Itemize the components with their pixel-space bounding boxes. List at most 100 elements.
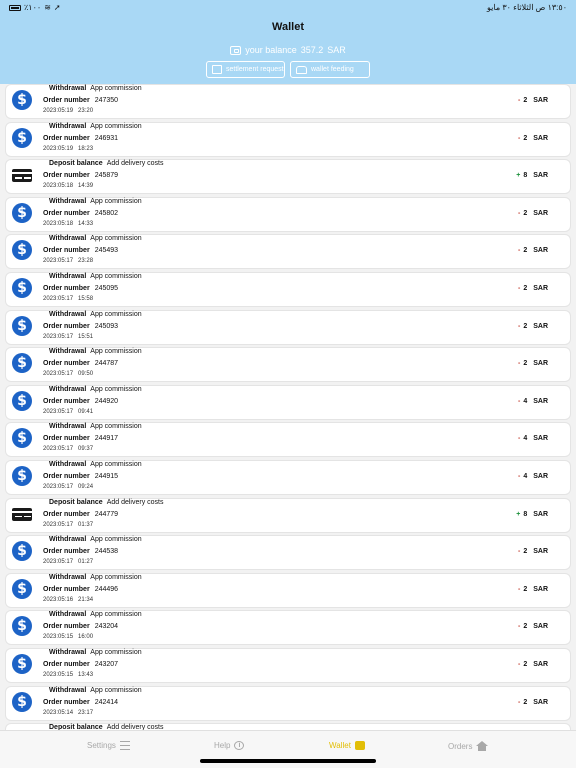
amount-sign: + (516, 172, 521, 180)
wallet-feeding-button[interactable]: wallet feeding (290, 61, 370, 78)
order-row: Order number 247350 (43, 97, 118, 104)
transaction-time: 09:41 (78, 408, 94, 415)
transaction-card[interactable]: $ Withdrawal App commission Order number 242… (6, 686, 570, 720)
transaction-time: 15:58 (78, 296, 94, 302)
amount-currency: SAR (533, 548, 548, 556)
transaction-time: 01:37 (78, 521, 94, 528)
transaction-type-row: Withdrawal App commission (49, 574, 142, 581)
transaction-time: 09:24 (78, 484, 94, 490)
order-number: 243207 (94, 661, 119, 668)
order-row: Order number 245095 (43, 285, 118, 292)
order-label: Order number (43, 360, 90, 368)
order-number: 245093 (94, 322, 119, 330)
card-icon (12, 507, 32, 521)
settlement-icon (212, 65, 222, 74)
transaction-card[interactable]: Deposit balance Add delivery costs Order n… (6, 160, 570, 194)
transaction-description: App commission (90, 611, 142, 619)
transaction-card[interactable]: $ Withdrawal App commission Order number 244… (6, 461, 570, 494)
order-row: Order number 244915 (43, 473, 118, 480)
transaction-card[interactable]: $ Withdrawal App commission Order number 244… (6, 348, 570, 382)
transaction-time: 01:27 (78, 559, 94, 566)
tab-settings[interactable]: Settings (87, 741, 130, 750)
transaction-amount: -2 SAR (518, 247, 548, 254)
tab-help[interactable]: Help i (214, 741, 245, 750)
amount-value: 2 (523, 623, 528, 631)
transaction-card[interactable]: $ Withdrawal App commission Order number 247… (6, 85, 570, 118)
transaction-time: 21:34 (78, 596, 94, 603)
datetime-row: 2023:05:17 01:27 (43, 559, 93, 565)
datetime-row: 2023:05:15 16:00 (43, 634, 93, 640)
transaction-card[interactable]: $ Withdrawal App commission Order number 245… (6, 235, 570, 269)
transaction-card[interactable]: Deposit balance Add delivery costs Order n… (6, 498, 570, 532)
tab-wallet[interactable]: Wallet (329, 741, 365, 750)
amount-value: 2 (523, 322, 528, 330)
order-label: Order number (43, 134, 90, 142)
dollar-icon: $ (12, 691, 32, 712)
transaction-date: 2023:05:16 (43, 596, 74, 603)
order-label: Order number (43, 435, 90, 443)
dollar-icon: $ (12, 541, 32, 562)
order-number: 244538 (94, 548, 119, 556)
transaction-date: 2023:05:17 (43, 484, 74, 490)
settlement-label: settlement request (226, 66, 284, 73)
order-label: Order number (43, 97, 90, 104)
transaction-card[interactable]: $ Withdrawal App commission Order number 244… (6, 536, 570, 570)
transaction-time: 14:39 (78, 183, 94, 190)
order-number: 242414 (94, 698, 119, 706)
transaction-card[interactable]: $ Withdrawal App commission Order number 244… (6, 385, 570, 419)
transaction-card[interactable]: $ Withdrawal App commission Order number 245… (6, 273, 570, 306)
amount-currency: SAR (533, 661, 548, 668)
settlement-request-button[interactable]: settlement request (206, 61, 285, 78)
amount-value: 2 (523, 585, 528, 593)
transaction-date: 2023:05:19 (43, 108, 74, 114)
transaction-amount: -4 SAR (518, 473, 548, 480)
info-icon: i (234, 741, 245, 750)
tab-wallet-label: Wallet (329, 741, 351, 750)
transaction-description: App commission (90, 536, 142, 544)
transaction-type: Withdrawal (49, 649, 87, 656)
datetime-row: 2023:05:19 23:20 (43, 108, 93, 114)
order-row: Order number 243207 (43, 661, 118, 668)
sliders-icon (119, 741, 130, 750)
transaction-date: 2023:05:17 (43, 333, 74, 340)
amount-currency: SAR (533, 97, 548, 104)
amount-value: 8 (523, 510, 528, 518)
datetime-row: 2023:05:18 14:39 (43, 183, 93, 189)
transaction-type-row: Withdrawal App commission (49, 198, 142, 205)
datetime-row: 2023:05:19 18:23 (43, 146, 93, 152)
amount-sign: - (517, 698, 521, 706)
amount-currency: SAR (533, 623, 548, 631)
transaction-description: App commission (90, 197, 142, 205)
transaction-date: 2023:05:15 (43, 672, 74, 678)
transaction-card[interactable]: $ Withdrawal App commission Order number 246… (6, 122, 570, 156)
transaction-amount: -2 SAR (518, 586, 548, 593)
app-header: ٪١٠٠ ≋ ➚ ١٣:٥٠ ص الثلاثاء ٣٠ مايو Wallet… (0, 0, 576, 84)
transaction-description: App commission (90, 85, 142, 92)
order-number: 245095 (94, 285, 119, 292)
transaction-description: Add delivery costs (106, 160, 164, 168)
transaction-description: App commission (90, 649, 142, 656)
transaction-card[interactable]: $ Withdrawal App commission Order number 244… (6, 423, 570, 457)
order-number: 244917 (94, 435, 119, 443)
balance-row: your balance 357.2 SAR (0, 45, 576, 55)
order-label: Order number (43, 322, 90, 330)
transaction-date: 2023:05:17 (43, 559, 74, 566)
transaction-list[interactable]: $ Withdrawal App commission Order number 247… (0, 84, 576, 730)
transaction-card[interactable]: $ Withdrawal App commission Order number 245… (6, 310, 570, 344)
transaction-description: App commission (90, 310, 142, 318)
transaction-card[interactable]: $ Withdrawal App commission Order number 243… (6, 611, 570, 645)
amount-currency: SAR (533, 247, 548, 255)
transaction-date: 2023:05:19 (43, 145, 74, 152)
transaction-card[interactable]: $ Withdrawal App commission Order number 243… (6, 649, 570, 682)
transaction-type-row: Withdrawal App commission (49, 649, 142, 656)
amount-value: 2 (523, 134, 528, 142)
transaction-description: Add delivery costs (106, 498, 164, 506)
transaction-amount: -2 SAR (518, 285, 548, 292)
order-label: Order number (43, 623, 90, 631)
amount-currency: SAR (533, 360, 548, 368)
order-number: 245493 (94, 247, 119, 255)
amount-currency: SAR (533, 285, 548, 292)
transaction-card[interactable]: $ Withdrawal App commission Order number 245… (6, 197, 570, 231)
transaction-card[interactable]: $ Withdrawal App commission Order number 244… (6, 573, 570, 607)
tab-orders[interactable]: Orders (448, 741, 489, 751)
